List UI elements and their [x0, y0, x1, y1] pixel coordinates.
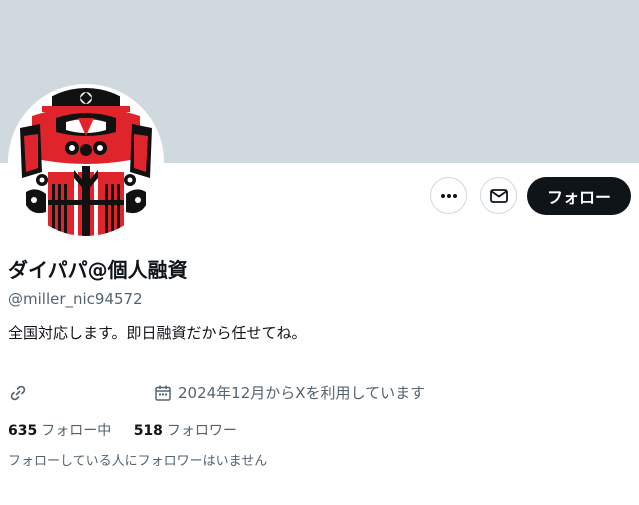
more-horizontal-icon — [440, 193, 457, 198]
join-date: 2024年12月からXを利用しています — [178, 384, 426, 402]
link-icon[interactable] — [9, 384, 27, 402]
following-stat[interactable]: 635 フォロー中 — [8, 421, 111, 441]
calendar-icon — [154, 384, 172, 402]
follow-button[interactable]: フォロー — [527, 177, 631, 215]
followers-stat[interactable]: 518 フォロワー — [134, 421, 237, 441]
following-count: 635 — [8, 423, 38, 439]
profile-avatar[interactable] — [12, 88, 160, 236]
followers-count: 518 — [133, 423, 163, 439]
more-options-button[interactable] — [430, 177, 467, 214]
avatar-emblem-icon — [12, 88, 160, 236]
user-handle: @miller_nic94572 — [8, 290, 143, 308]
message-button[interactable] — [480, 177, 517, 214]
followers-label: フォロワー — [166, 423, 237, 439]
following-label: フォロー中 — [41, 423, 112, 439]
follow-stats: 635 フォロー中 518 フォロワー — [8, 421, 255, 441]
followers-you-know: フォローしている人にフォロワーはいません — [8, 454, 268, 469]
profile-bio: 全国対応します。即日融資だから任せてね。 — [8, 324, 307, 342]
mail-icon — [489, 188, 508, 203]
display-name: ダイパパ@個人融資 — [8, 258, 188, 282]
